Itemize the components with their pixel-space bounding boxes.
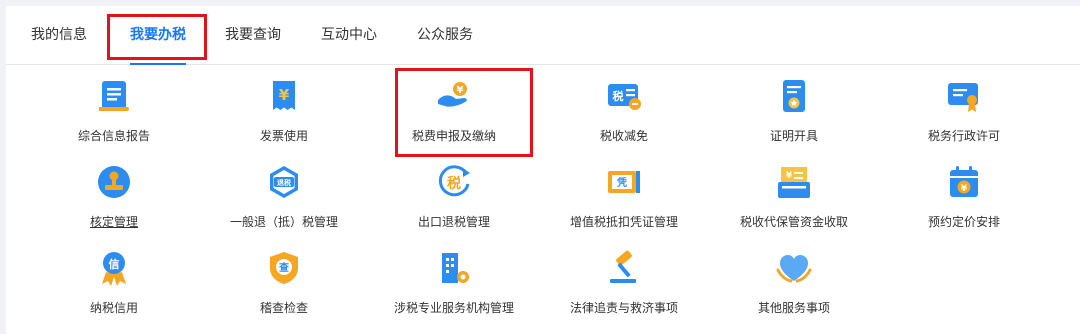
service-certificate-issuance[interactable]: 证明开具 bbox=[709, 72, 879, 156]
service-export-refund-management[interactable]: 税 出口退税管理 bbox=[369, 158, 539, 242]
tax-refund-icon: 退税 bbox=[270, 166, 298, 198]
service-audit-inspection[interactable]: 查 稽查检查 bbox=[199, 244, 369, 328]
service-legal-accountability-relief[interactable]: 法律追责与救济事项 bbox=[539, 244, 709, 328]
service-label: 发票使用 bbox=[259, 129, 308, 143]
credit-medal-icon: 信 bbox=[102, 252, 126, 286]
inspection-shield-icon: 查 bbox=[270, 252, 298, 284]
svg-text:¥: ¥ bbox=[786, 171, 793, 181]
pricing-calendar-icon: ¥ bbox=[950, 166, 978, 197]
vat-voucher-icon: 凭 bbox=[608, 171, 640, 193]
service-label: 税费申报及缴纳 bbox=[411, 129, 496, 143]
service-comprehensive-report[interactable]: 综合信息报告 bbox=[29, 72, 199, 156]
service-tax-agency-management[interactable]: 涉税专业服务机构管理 bbox=[369, 244, 539, 328]
service-label: 法律追责与救济事项 bbox=[569, 301, 678, 315]
service-label: 涉税专业服务机构管理 bbox=[393, 301, 514, 315]
tab-handle-tax[interactable]: 我要办税 bbox=[130, 6, 186, 65]
tab-bar: 我的信息 我要办税 我要查询 互动中心 公众服务 bbox=[6, 6, 1080, 65]
tab-query[interactable]: 我要查询 bbox=[225, 6, 281, 64]
svg-text:查: 查 bbox=[278, 261, 290, 274]
service-label: 增值税抵扣凭证管理 bbox=[569, 215, 678, 229]
svg-text:¥: ¥ bbox=[457, 85, 464, 96]
tab-interaction-center[interactable]: 互动中心 bbox=[321, 6, 377, 64]
export-refund-icon: 税 bbox=[438, 165, 470, 197]
svg-text:凭: 凭 bbox=[616, 176, 627, 189]
service-custody-fund-collection[interactable]: ¥ 税收代保管资金收取 bbox=[709, 158, 879, 242]
service-other-services[interactable]: 其他服务事项 bbox=[709, 244, 879, 328]
service-label: 一般退（抵）税管理 bbox=[229, 215, 338, 229]
service-label: 核定管理 bbox=[89, 215, 138, 229]
svg-text:¥: ¥ bbox=[961, 184, 968, 194]
service-advance-pricing-arrangement[interactable]: ¥ 预约定价安排 bbox=[879, 158, 1049, 242]
service-administrative-license[interactable]: 税务行政许可 bbox=[879, 72, 1049, 156]
report-icon bbox=[99, 81, 129, 111]
tab-public-service[interactable]: 公众服务 bbox=[417, 6, 473, 64]
svg-text:税: 税 bbox=[613, 89, 624, 103]
service-label: 综合信息报告 bbox=[77, 129, 150, 143]
service-label: 税收代保管资金收取 bbox=[739, 215, 848, 229]
svg-text:退税: 退税 bbox=[277, 178, 291, 187]
tab-my-info[interactable]: 我的信息 bbox=[31, 6, 87, 64]
certificate-icon bbox=[783, 80, 805, 112]
service-label: 预约定价安排 bbox=[927, 215, 1000, 229]
service-general-refund-management[interactable]: 退税 一般退（抵）税管理 bbox=[199, 158, 369, 242]
agency-building-icon bbox=[442, 253, 469, 283]
main-panel: 我的信息 我要办税 我要查询 互动中心 公众服务 综合信息报告 ¥ 发票使用 ¥… bbox=[6, 6, 1080, 334]
service-vat-deduction-voucher[interactable]: 凭 增值税抵扣凭证管理 bbox=[539, 158, 709, 242]
service-invoice-use[interactable]: ¥ 发票使用 bbox=[199, 72, 369, 156]
other-services-icon bbox=[776, 255, 812, 283]
invoice-icon: ¥ bbox=[273, 81, 295, 110]
service-label: 其他服务事项 bbox=[757, 301, 830, 315]
service-tax-credit[interactable]: 信 纳税信用 bbox=[29, 244, 199, 328]
svg-text:税: 税 bbox=[447, 175, 461, 192]
service-label: 稽查检查 bbox=[259, 301, 308, 315]
service-label: 纳税信用 bbox=[89, 301, 138, 315]
service-tax-reduction[interactable]: 税 税收减免 bbox=[539, 72, 709, 156]
administrative-license-icon bbox=[948, 83, 978, 112]
service-label: 税收减免 bbox=[599, 129, 648, 143]
svg-text:¥: ¥ bbox=[279, 86, 290, 104]
service-label: 出口退税管理 bbox=[417, 215, 490, 229]
legal-gavel-icon bbox=[610, 250, 636, 283]
svg-text:信: 信 bbox=[109, 257, 120, 271]
custody-fund-icon: ¥ bbox=[778, 167, 810, 198]
service-label: 税务行政许可 bbox=[927, 129, 1000, 143]
tax-payment-icon: ¥ bbox=[438, 82, 467, 107]
service-tax-declaration-payment[interactable]: ¥ 税费申报及缴纳 bbox=[369, 72, 539, 156]
verification-stamp-icon bbox=[98, 166, 130, 198]
service-label: 证明开具 bbox=[769, 129, 818, 143]
service-verification-management[interactable]: 核定管理 bbox=[29, 158, 199, 242]
tax-reduction-icon: 税 bbox=[608, 84, 641, 110]
